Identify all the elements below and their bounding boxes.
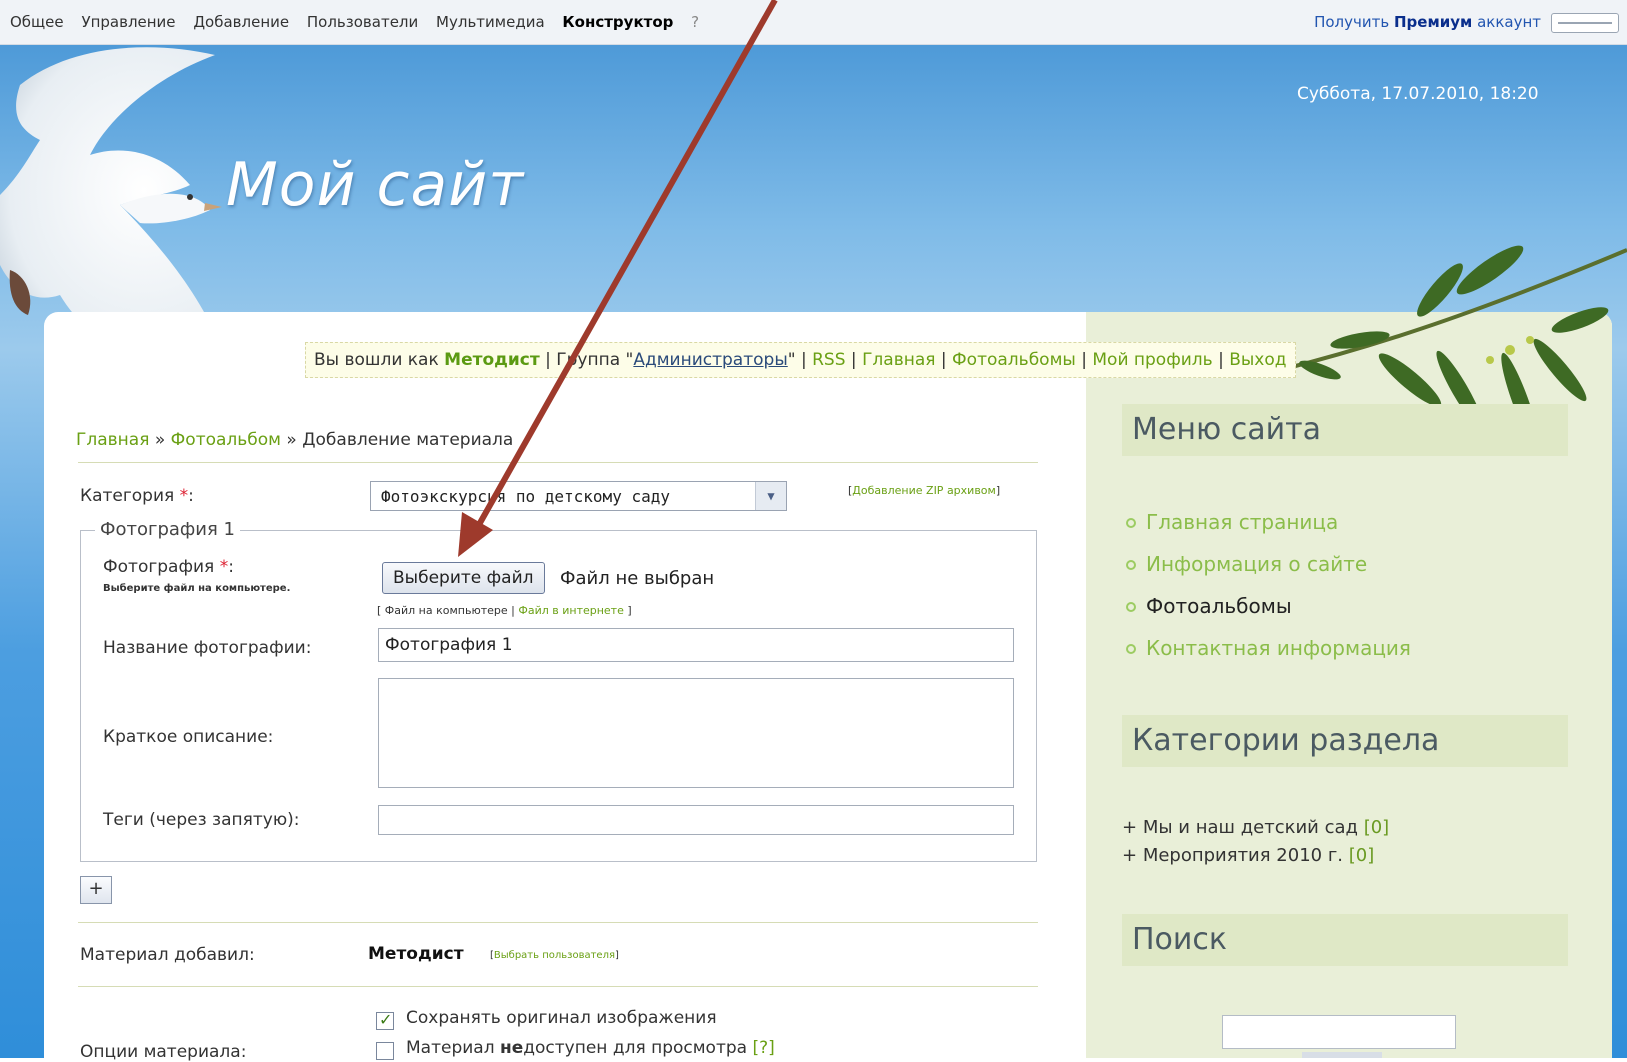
search-title: Поиск bbox=[1122, 914, 1568, 966]
bullet-icon bbox=[1126, 644, 1136, 654]
group-suffix: " | bbox=[787, 350, 813, 370]
keep-original-label: Сохранять оригинал изображения bbox=[406, 1008, 717, 1028]
toolbar-toggle-slider[interactable] bbox=[1551, 13, 1619, 33]
tags-label: Теги (через запятую): bbox=[103, 810, 300, 830]
added-by-value: Методист bbox=[368, 944, 464, 964]
short-description-label: Краткое описание: bbox=[103, 727, 274, 747]
divider bbox=[78, 986, 1038, 987]
divider bbox=[78, 462, 1038, 463]
required-mark: * bbox=[179, 486, 189, 506]
choose-file-button[interactable]: Выберите файл bbox=[382, 562, 545, 594]
login-prefix: Вы вошли как bbox=[314, 350, 439, 370]
admin-menu-users[interactable]: Пользователи bbox=[307, 13, 418, 31]
category-select[interactable]: Фотоэкскурсия по детскому саду ▼ bbox=[370, 481, 787, 511]
category-selected-value: Фотоэкскурсия по детскому саду bbox=[381, 487, 670, 506]
rss-link[interactable]: RSS bbox=[812, 350, 845, 370]
hidden-material-checkbox[interactable] bbox=[376, 1042, 394, 1060]
admin-toolbar: Общее Управление Добавление Пользователи… bbox=[0, 0, 1627, 45]
breadcrumb-sep: » bbox=[149, 430, 171, 450]
bullet-icon bbox=[1126, 602, 1136, 612]
admin-menu: Общее Управление Добавление Пользователи… bbox=[10, 13, 712, 31]
keep-original-checkbox[interactable] bbox=[376, 1010, 394, 1030]
photo-hint: Выберите файл на компьютере. bbox=[103, 583, 291, 594]
olive-branch-image bbox=[1279, 245, 1627, 448]
categories-title: Категории раздела bbox=[1122, 715, 1568, 767]
breadcrumb-section[interactable]: Фотоальбом bbox=[171, 430, 281, 450]
photo-name-input[interactable]: Фотография 1 bbox=[378, 628, 1014, 662]
tags-input[interactable] bbox=[378, 805, 1014, 835]
category-item[interactable]: + Мероприятия 2010 г. [0] bbox=[1122, 845, 1374, 866]
sidebar-item-about[interactable]: Информация о сайте bbox=[1126, 552, 1367, 576]
category-label: Категория *: bbox=[80, 486, 194, 506]
file-status-text: Файл не выбран bbox=[560, 568, 715, 589]
added-by-label: Материал добавил: bbox=[80, 945, 255, 965]
add-photo-button[interactable]: + bbox=[80, 876, 112, 904]
bullet-icon bbox=[1126, 560, 1136, 570]
admin-menu-constructor[interactable]: Конструктор bbox=[562, 13, 673, 31]
sidebar-item-home[interactable]: Главная страница bbox=[1126, 510, 1338, 534]
premium-bold: Премиум bbox=[1394, 13, 1473, 31]
file-source-local[interactable]: Файл на компьютере bbox=[385, 604, 508, 617]
admin-menu-general[interactable]: Общее bbox=[10, 13, 64, 31]
hidden-material-label: Материал недоступен для просмотра [?] bbox=[406, 1038, 775, 1058]
category-item[interactable]: + Мы и наш детский сад [0] bbox=[1122, 817, 1389, 838]
divider bbox=[78, 922, 1038, 923]
breadcrumb-sep-2: » bbox=[281, 430, 303, 450]
file-source-switch: [ Файл на компьютере | Файл в интернете … bbox=[377, 604, 632, 617]
photo-label: Фотография *: bbox=[103, 557, 234, 577]
sidebar-item-contacts[interactable]: Контактная информация bbox=[1126, 636, 1411, 660]
chevron-down-icon[interactable]: ▼ bbox=[755, 482, 786, 510]
site-title: Мой сайт bbox=[226, 150, 525, 220]
admin-menu-help[interactable]: ? bbox=[691, 13, 699, 31]
breadcrumb-current: Добавление материала bbox=[302, 430, 514, 450]
premium-link[interactable]: Получить Премиум аккаунт bbox=[1314, 13, 1541, 31]
photo-fieldset-legend: Фотография 1 bbox=[95, 519, 241, 540]
search-button[interactable] bbox=[1302, 1052, 1382, 1058]
admin-menu-add[interactable]: Добавление bbox=[193, 13, 289, 31]
help-link[interactable]: [?] bbox=[752, 1038, 774, 1058]
login-status-bar: Вы вошли как Методист | Группа "Админист… bbox=[305, 342, 1296, 378]
breadcrumb: Главная » Фотоальбом » Добавление матери… bbox=[76, 430, 513, 450]
site-menu-title: Меню сайта bbox=[1122, 404, 1568, 456]
premium-suffix: аккаунт bbox=[1477, 13, 1541, 31]
logout-link[interactable]: Выход bbox=[1229, 350, 1286, 370]
header-datetime: Суббота, 17.07.2010, 18:20 bbox=[1297, 84, 1539, 104]
options-label: Опции материала: bbox=[80, 1042, 247, 1062]
admin-menu-multimedia[interactable]: Мультимедиа bbox=[436, 13, 545, 31]
photoalbums-link[interactable]: Фотоальбомы bbox=[952, 350, 1076, 370]
select-user-link[interactable]: [Выбрать пользователя] bbox=[490, 950, 619, 961]
group-link[interactable]: Администраторы bbox=[633, 350, 787, 370]
breadcrumb-home[interactable]: Главная bbox=[76, 430, 149, 450]
zip-upload-link[interactable]: [Добавление ZIP архивом] bbox=[848, 484, 1000, 497]
home-link[interactable]: Главная bbox=[862, 350, 935, 370]
login-username[interactable]: Методист bbox=[444, 350, 540, 370]
admin-menu-manage[interactable]: Управление bbox=[81, 13, 175, 31]
premium-prefix: Получить bbox=[1314, 13, 1390, 31]
search-input[interactable] bbox=[1222, 1015, 1456, 1049]
short-description-textarea[interactable] bbox=[378, 678, 1014, 788]
sidebar-item-photoalbums[interactable]: Фотоальбомы bbox=[1126, 594, 1292, 618]
photo-name-label: Название фотографии: bbox=[103, 638, 312, 658]
bullet-icon bbox=[1126, 518, 1136, 528]
my-profile-link[interactable]: Мой профиль bbox=[1092, 350, 1212, 370]
file-source-web[interactable]: Файл в интернете bbox=[518, 604, 624, 617]
group-prefix: | Группа " bbox=[539, 350, 634, 370]
